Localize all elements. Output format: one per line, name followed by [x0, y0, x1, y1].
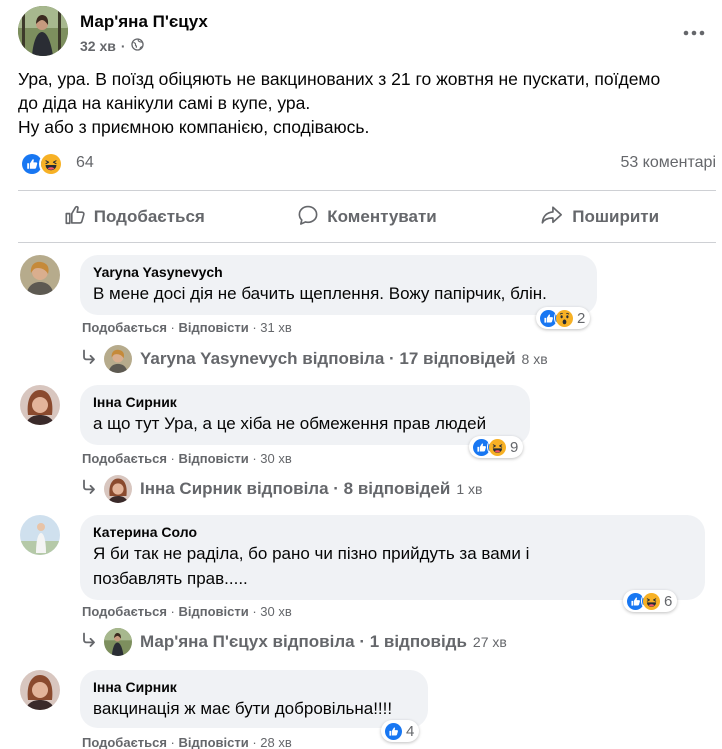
- replies-summary: Yaryna Yasynevych відповіла · 17 відпові…: [140, 349, 516, 368]
- post-text-line: Ну або з приємною компанією, сподіваюсь.: [18, 117, 370, 137]
- thumbs-up-icon: [64, 204, 86, 231]
- more-options-icon: [683, 23, 705, 41]
- view-replies[interactable]: Мар'яна П'єцух відповіла · 1 відповідь 2…: [82, 628, 507, 656]
- share-button[interactable]: Поширити: [483, 196, 716, 238]
- reply-arrow-icon: [82, 349, 96, 370]
- more-options-button[interactable]: [680, 18, 708, 46]
- comment-reply-link[interactable]: Відповісти: [178, 320, 248, 335]
- like-reaction-icon: [383, 721, 403, 741]
- comment-time[interactable]: 31 хв: [260, 320, 291, 335]
- haha-reaction-icon: [487, 437, 507, 457]
- replies-time: 27 хв: [472, 634, 507, 650]
- comment-bubble: Катерина Соло Я би так не раділа, бо ран…: [80, 515, 705, 600]
- avatar[interactable]: [20, 670, 60, 710]
- comment-time[interactable]: 28 хв: [260, 735, 291, 749]
- post-header: Мар'яна П'єцух 32 хв ·: [18, 6, 712, 60]
- comment-text: позбавлять прав.....: [93, 569, 248, 588]
- post-reactions[interactable]: [20, 152, 63, 176]
- view-replies[interactable]: Інна Сирник відповіла · 8 відповідей 1 х…: [82, 475, 482, 503]
- comment-button-label: Коментувати: [327, 207, 437, 226]
- comment-reply-link[interactable]: Відповісти: [178, 735, 248, 749]
- post-stats: 64 53 коментарі: [20, 150, 716, 178]
- haha-reaction-icon: [641, 591, 661, 611]
- comment-reactions-count: 6: [664, 592, 673, 610]
- comment-reactions-count: 2: [577, 309, 586, 327]
- globe-icon: [130, 38, 144, 54]
- replies-time: 1 хв: [456, 481, 483, 497]
- comment-actions: Подобається · Відповісти · 30 хв: [82, 451, 292, 466]
- post-text-line: до діда на канікули самі в купе, ура.: [18, 93, 311, 113]
- reply-arrow-icon: [82, 632, 96, 653]
- view-replies[interactable]: Yaryna Yasynevych відповіла · 17 відпові…: [82, 345, 548, 373]
- comment-like-link[interactable]: Подобається: [82, 604, 167, 619]
- comment-actions: Подобається · Відповісти · 30 хв: [82, 604, 292, 619]
- comment-author[interactable]: Інна Сирник: [93, 678, 416, 696]
- share-arrow-icon: [540, 204, 564, 231]
- replies-time: 8 хв: [521, 351, 548, 367]
- comment-time[interactable]: 30 хв: [260, 451, 291, 466]
- comment-author[interactable]: Інна Сирник: [93, 393, 518, 411]
- author-avatar[interactable]: [18, 6, 68, 56]
- comment-author[interactable]: Yaryna Yasynevych: [93, 263, 585, 281]
- comment-like-link[interactable]: Подобається: [82, 320, 167, 335]
- divider: [18, 242, 716, 243]
- comment-reactions-count: 4: [406, 722, 415, 740]
- comment-bubble: Інна Сирник а що тут Ура, а це хіба не о…: [80, 385, 530, 445]
- comment-actions: Подобається · Відповісти · 28 хв: [82, 735, 292, 749]
- share-button-label: Поширити: [572, 207, 660, 226]
- comment-reactions[interactable]: 4: [381, 720, 420, 742]
- avatar[interactable]: [20, 255, 60, 295]
- comment-author[interactable]: Катерина Соло: [93, 523, 693, 541]
- reactions-count[interactable]: 64: [76, 154, 94, 172]
- post-meta: 32 хв ·: [80, 38, 144, 54]
- comment-reactions-count: 9: [510, 438, 519, 456]
- comment-text: В мене досі дія не бачить щеплення. Вожу…: [93, 284, 547, 303]
- comment-reply-link[interactable]: Відповісти: [178, 604, 248, 619]
- post-action-bar: Подобається Коментувати Поширити: [18, 196, 716, 238]
- comment-text: Я би так не раділа, бо рано чи пізно при…: [93, 544, 530, 563]
- like-button[interactable]: Подобається: [18, 196, 251, 238]
- comment-like-link[interactable]: Подобається: [82, 451, 167, 466]
- avatar[interactable]: [20, 385, 60, 425]
- comment-actions: Подобається · Відповісти · 31 хв: [82, 320, 292, 335]
- comments-count[interactable]: 53 коментарі: [620, 154, 716, 172]
- wow-reaction-icon: [554, 308, 574, 328]
- comment-reactions[interactable]: 6: [623, 590, 678, 612]
- comment-reply-link[interactable]: Відповісти: [178, 451, 248, 466]
- replies-summary: Мар'яна П'єцух відповіла · 1 відповідь: [140, 632, 467, 651]
- divider: [18, 190, 716, 191]
- avatar: [104, 345, 132, 373]
- comment-reactions[interactable]: 9: [469, 436, 524, 458]
- speech-bubble-icon: [297, 204, 319, 231]
- comment-text: а що тут Ура, а це хіба не обмеження пра…: [93, 414, 487, 433]
- avatar: [104, 628, 132, 656]
- like-button-label: Подобається: [93, 207, 205, 226]
- avatar[interactable]: [20, 515, 60, 555]
- post-text-line: Ура, ура. В поїзд обіцяють не вакцинован…: [18, 69, 661, 89]
- comment-bubble: Інна Сирник вакцинація ж має бути добров…: [80, 670, 428, 728]
- post-text: Ура, ура. В поїзд обіцяють не вакцинован…: [18, 67, 718, 139]
- reply-arrow-icon: [82, 479, 96, 500]
- haha-reaction-icon: [39, 152, 63, 176]
- author-name[interactable]: Мар'яна П'єцух: [80, 12, 208, 32]
- comment-text: вакцинація ж має бути добровільна!!!!: [93, 699, 393, 718]
- replies-summary: Інна Сирник відповіла · 8 відповідей: [140, 479, 451, 498]
- separator-dot: ·: [120, 38, 126, 54]
- comment-button[interactable]: Коментувати: [251, 196, 484, 238]
- avatar: [104, 475, 132, 503]
- comment-bubble: Yaryna Yasynevych В мене досі дія не бач…: [80, 255, 597, 315]
- post-time[interactable]: 32 хв: [80, 38, 116, 54]
- comment-time[interactable]: 30 хв: [260, 604, 291, 619]
- comment-like-link[interactable]: Подобається: [82, 735, 167, 749]
- comment-reactions[interactable]: 2: [536, 307, 591, 329]
